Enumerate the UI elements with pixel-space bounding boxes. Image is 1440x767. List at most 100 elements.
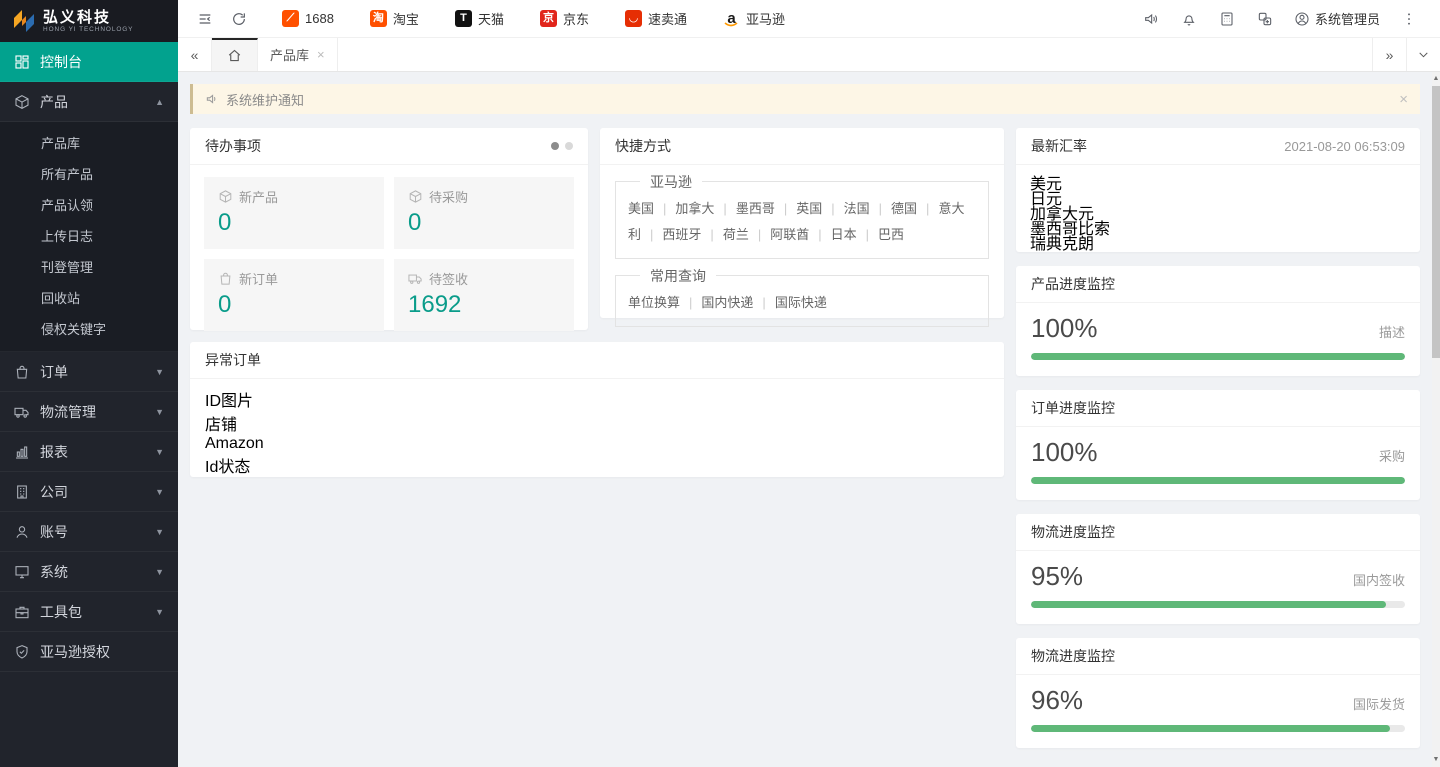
monitor-label: 国内签收 [1353, 570, 1405, 589]
collapse-sidebar-icon[interactable] [188, 0, 222, 38]
chevron-down-icon: ▼ [155, 487, 164, 497]
sidebar-item-系统[interactable]: 系统 ▼ [0, 552, 178, 592]
platform-link-速卖通[interactable]: ◡ 速卖通 [625, 9, 687, 28]
order-icon [14, 364, 30, 380]
shortcut-group-legend: 常用查询 [640, 266, 716, 286]
todo-tile-待签收[interactable]: 待签收 1692 [394, 259, 574, 331]
sidebar-item-产品[interactable]: 产品 ▲ [0, 82, 178, 122]
sidebar-subitem-产品认领[interactable]: 产品认领 [0, 190, 178, 221]
sidebar-subitem-刊登管理[interactable]: 刊登管理 [0, 252, 178, 283]
shortcut-link-墨西哥[interactable]: 墨西哥 [736, 201, 775, 216]
shortcut-link-国际快递[interactable]: 国际快递 [775, 295, 827, 310]
sidebar-item-账号[interactable]: 账号 ▼ [0, 512, 178, 552]
sidebar-item-公司[interactable]: 公司 ▼ [0, 472, 178, 512]
sidebar-item-亚马逊授权[interactable]: 亚马逊授权 [0, 632, 178, 672]
shortcut-link-英国[interactable]: 英国 [796, 201, 822, 216]
chevron-down-icon: ▼ [155, 367, 164, 377]
system-icon [14, 564, 30, 580]
refresh-icon[interactable] [222, 0, 256, 38]
more-menu-icon[interactable] [1392, 0, 1426, 38]
shortcut-link-美国[interactable]: 美国 [628, 201, 654, 216]
sidebar-subitem-产品库[interactable]: 产品库 [0, 128, 178, 159]
platform-link-京东[interactable]: 京 京东 [540, 9, 589, 28]
main-area: ⟋ 1688 淘 淘宝 T 天猫 京 京东 ◡ 速卖通 a 亚马逊 [178, 0, 1440, 767]
progress-bar [1031, 477, 1405, 484]
shortcut-link-荷兰[interactable]: 荷兰 [723, 227, 749, 242]
platform-link-亚马逊[interactable]: a 亚马逊 [723, 9, 785, 28]
shortcut-link-法国[interactable]: 法国 [844, 201, 870, 216]
sidebar-subitem-所有产品[interactable]: 所有产品 [0, 159, 178, 190]
orders-table: ID图片店铺Amazon Id状态 [205, 387, 1003, 477]
dashboard-icon [14, 54, 30, 70]
sidebar-subitem-上传日志[interactable]: 上传日志 [0, 221, 178, 252]
speaker-icon [205, 92, 219, 106]
amazon-auth-icon [14, 644, 30, 660]
sidebar-item-报表[interactable]: 报表 ▼ [0, 432, 178, 472]
monitor-label: 描述 [1379, 322, 1405, 341]
monitor-card-国内签收: 物流进度监控 95% 国内签收 [1016, 514, 1420, 624]
sidebar-item-订单[interactable]: 订单 ▼ [0, 352, 178, 392]
sidebar-nav: 控制台 产品 ▲ 产品库所有产品产品认领上传日志刊登管理回收站侵权关键字 订单 … [0, 42, 178, 672]
todo-tile-新订单[interactable]: 新订单 0 [204, 259, 384, 331]
sidebar-item-工具包[interactable]: 工具包 ▼ [0, 592, 178, 632]
scroll-down-icon[interactable]: ▼ [1432, 755, 1440, 765]
progress-bar [1031, 601, 1405, 608]
shortcut-link-日本[interactable]: 日本 [831, 227, 857, 242]
chevron-down-icon: ▼ [155, 447, 164, 457]
company-icon [14, 484, 30, 500]
shortcut-link-加拿大[interactable]: 加拿大 [675, 201, 714, 216]
home-icon [227, 48, 242, 63]
topbar-actions: 系统管理员 [1134, 0, 1426, 38]
user-menu[interactable]: 系统管理员 [1294, 9, 1380, 28]
sidebar-item-物流管理[interactable]: 物流管理 ▼ [0, 392, 178, 432]
shortcut-link-德国[interactable]: 德国 [891, 201, 917, 216]
product-icon [14, 94, 30, 110]
tabs-scroll-left-icon[interactable]: « [178, 38, 212, 71]
alert-close-icon[interactable]: × [1399, 91, 1408, 108]
content: 系统维护通知 × 待办事项 [178, 72, 1432, 767]
monitor-card-描述: 产品进度监控 100% 描述 [1016, 266, 1420, 376]
scroll-up-icon[interactable]: ▲ [1432, 74, 1440, 84]
carousel-dot-1[interactable] [551, 142, 559, 150]
shortcut-link-阿联酋[interactable]: 阿联酋 [770, 227, 809, 242]
topbar: ⟋ 1688 淘 淘宝 T 天猫 京 京东 ◡ 速卖通 a 亚马逊 [178, 0, 1440, 38]
box-icon [408, 189, 423, 204]
shortcut-link-巴西[interactable]: 巴西 [878, 227, 904, 242]
tab-home[interactable] [212, 38, 258, 71]
exchange-icon[interactable] [1248, 0, 1282, 38]
rates-title: 最新汇率 [1031, 136, 1087, 156]
announcement-icon[interactable] [1134, 0, 1168, 38]
tabs-scroll-right-icon[interactable]: » [1372, 38, 1406, 71]
vertical-scrollbar[interactable]: ▲ ▼ [1432, 72, 1440, 767]
tab-close-icon[interactable]: × [317, 47, 325, 62]
account-icon [14, 524, 30, 540]
rates-timestamp: 2021-08-20 06:53:09 [1284, 139, 1405, 154]
monitor-percent: 100% [1031, 437, 1098, 468]
carousel-dot-2[interactable] [565, 142, 573, 150]
platform-link-天猫[interactable]: T 天猫 [455, 9, 504, 28]
shortcut-link-西班牙[interactable]: 西班牙 [662, 227, 701, 242]
tmall-icon: T [455, 10, 472, 27]
report-icon [14, 444, 30, 460]
taobao-icon: 淘 [370, 10, 387, 27]
shortcut-group-legend: 亚马逊 [640, 172, 702, 192]
app-window: 弘义科技 HONG YI TECHNOLOGY 控制台 产品 ▲ 产品库所有产品… [0, 0, 1440, 767]
shortcut-link-国内快递[interactable]: 国内快递 [701, 295, 753, 310]
todo-tile-新产品[interactable]: 新产品 0 [204, 177, 384, 249]
platform-link-淘宝[interactable]: 淘 淘宝 [370, 9, 419, 28]
bag-icon [218, 271, 233, 286]
monitor-title: 物流进度监控 [1031, 522, 1115, 542]
tabs-menu-icon[interactable] [1406, 38, 1440, 71]
calculator-icon[interactable] [1210, 0, 1244, 38]
todo-tile-待采购[interactable]: 待采购 0 [394, 177, 574, 249]
toolkit-icon [14, 604, 30, 620]
aliexpress-icon: ◡ [625, 10, 642, 27]
bell-icon[interactable] [1172, 0, 1206, 38]
scrollbar-thumb[interactable] [1432, 86, 1440, 358]
tab-product-library[interactable]: 产品库 × [258, 38, 338, 71]
sidebar-item-控制台[interactable]: 控制台 [0, 42, 178, 82]
sidebar-subitem-回收站[interactable]: 回收站 [0, 283, 178, 314]
sidebar-subitem-侵权关键字[interactable]: 侵权关键字 [0, 314, 178, 345]
platform-link-1688[interactable]: ⟋ 1688 [282, 10, 334, 27]
shortcut-link-单位换算[interactable]: 单位换算 [628, 295, 680, 310]
